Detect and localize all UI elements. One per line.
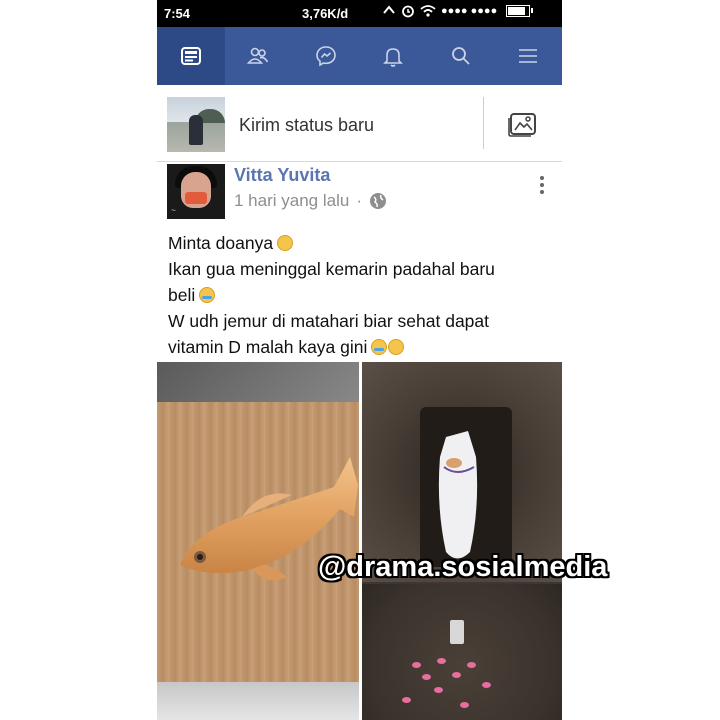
post-body: Minta doanya Ikan gua meninggal kemarin … [168, 230, 553, 360]
post-timestamp[interactable]: 1 hari yang lalu [234, 191, 349, 211]
status-bar: 7:54 3,76K/d ●●●● ●●●● [157, 0, 562, 27]
composer-prompt[interactable]: Kirim status baru [239, 115, 374, 136]
network-speed: 3,76K/d [302, 6, 349, 21]
wrapped-fish-image [438, 431, 478, 559]
post-text-line: beli [168, 285, 196, 305]
post-header: ~ Vitta Yuvita 1 hari yang lalu · [157, 162, 562, 222]
post-meta: 1 hari yang lalu · [234, 191, 387, 211]
post-options-icon[interactable] [540, 176, 544, 197]
search-icon [451, 47, 470, 65]
globe-icon [369, 193, 386, 209]
post-photos [157, 362, 562, 720]
disappointed-emoji-icon [388, 339, 405, 355]
tab-messenger[interactable] [292, 27, 360, 85]
friends-icon [247, 47, 269, 64]
tab-menu[interactable] [495, 27, 563, 85]
top-nav-bar [157, 27, 562, 85]
watermark-text: @drama.sosialmedia [318, 551, 608, 583]
author-avatar[interactable]: ~ [167, 164, 225, 219]
phone-screen: 7:54 3,76K/d ●●●● ●●●● Kirim status baru… [157, 0, 562, 720]
status-icons: ●●●● ●●●● [382, 4, 534, 18]
menu-icon [519, 49, 538, 63]
alarm-icon [402, 5, 414, 18]
post-author-name[interactable]: Vitta Yuvita [234, 165, 330, 186]
meta-separator: · [356, 191, 362, 210]
status-composer: Kirim status baru [157, 85, 562, 162]
post-text-line: Minta doanya [168, 233, 274, 253]
tab-news-feed[interactable] [157, 27, 225, 85]
news-feed-icon [180, 47, 201, 65]
battery-icon [506, 5, 534, 17]
post-text-line: W udh jemur di matahari biar sehat dapat [168, 311, 489, 331]
messenger-icon [315, 46, 336, 67]
sad-emoji-icon [277, 235, 294, 251]
tab-friends[interactable] [225, 27, 293, 85]
photo-dead-goldfish[interactable] [157, 362, 359, 720]
tab-search[interactable] [427, 27, 495, 85]
composer-profile-photo [167, 97, 225, 152]
wifi-icon [420, 5, 436, 17]
tab-notifications[interactable] [360, 27, 428, 85]
photo-gallery-icon[interactable] [507, 110, 539, 138]
photo-fish-burial[interactable] [362, 362, 562, 720]
notifications-bell-icon [383, 48, 404, 67]
composer-divider [483, 97, 484, 149]
post-text-line: vitamin D malah kaya gini [168, 337, 368, 357]
post-text-line: Ikan gua meninggal kemarin padahal baru [168, 259, 495, 279]
status-time: 7:54 [164, 6, 191, 21]
crying-emoji-icon [371, 339, 388, 355]
crying-emoji-icon [199, 287, 216, 303]
signal-strength: ●●●● ●●●● [441, 5, 498, 17]
data-sync-icon [383, 5, 395, 14]
